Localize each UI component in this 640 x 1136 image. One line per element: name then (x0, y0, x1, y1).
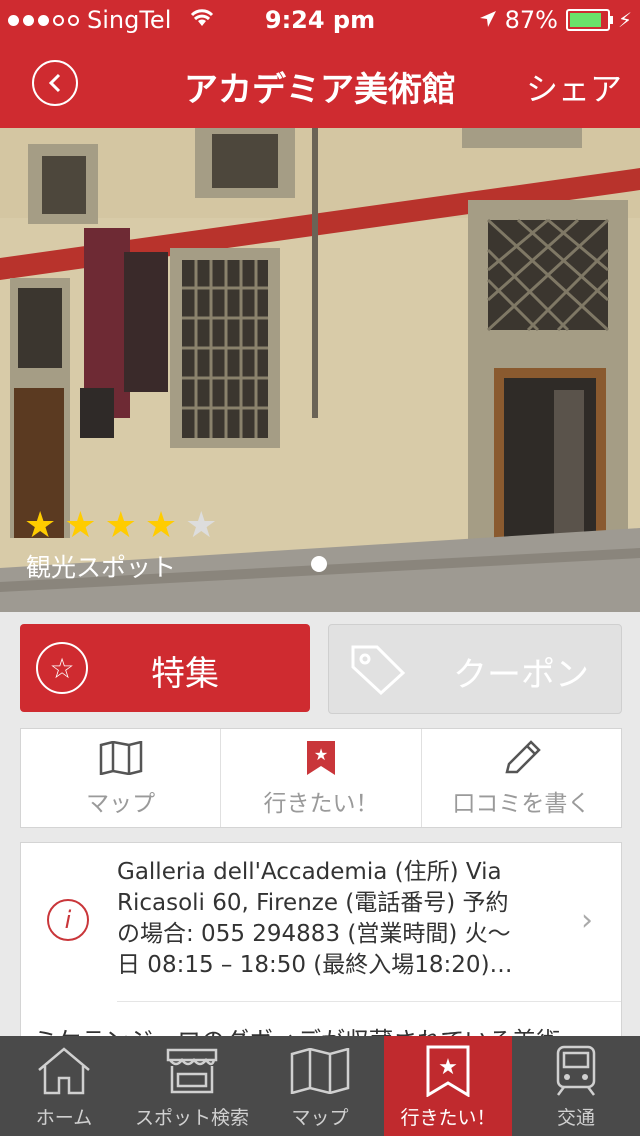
tab-label: マップ (291, 1107, 349, 1129)
tab-label: ホーム (35, 1107, 93, 1129)
shop-icon (164, 1039, 220, 1103)
info-line: Galleria dell'Accademia (住所) Via (117, 859, 502, 885)
bookmark-star-icon: ★ (306, 738, 336, 778)
info-line: Ricasoli 60, Firenze (電話番号) 予約 (117, 890, 509, 916)
info-line: の場合: 055 294883 (営業時間) 火〜 (117, 921, 511, 947)
star-filled-icon: ★ (144, 505, 178, 546)
coupon-button[interactable]: クーポン (328, 624, 622, 714)
info-icon: i (47, 899, 89, 941)
star-rating: ★ ★ ★ ★ ★ (24, 505, 217, 546)
category-label: 観光スポット (26, 553, 177, 582)
tab-label: 行きたい！ (400, 1107, 496, 1129)
map-icon (290, 1039, 350, 1103)
location-arrow-icon (479, 6, 497, 34)
tab-label: スポット検索 (134, 1107, 249, 1129)
battery-icon (565, 9, 613, 31)
battery-percent: 87% (504, 6, 558, 34)
train-icon (554, 1039, 598, 1103)
write-review-action-label: 口コミを書く (452, 791, 591, 817)
chevron-right-icon: › (581, 903, 593, 938)
home-icon (35, 1039, 93, 1103)
tab-bar: ホーム スポット検索 マップ ★ 行きたい！ 交通 (0, 1036, 640, 1136)
star-empty-icon: ★ (185, 505, 218, 546)
tab-map[interactable]: マップ (256, 1036, 384, 1136)
map-action-label: マップ (86, 791, 156, 817)
feature-button[interactable]: ☆ 特集 (20, 624, 310, 712)
svg-text:★: ★ (438, 1055, 458, 1080)
tab-spot-search[interactable]: スポット検索 (128, 1036, 256, 1136)
page-indicator-dot[interactable] (311, 556, 327, 572)
want-to-go-action-label: 行きたい！ (263, 791, 379, 817)
svg-text:★: ★ (314, 745, 328, 764)
info-card[interactable]: i Galleria dell'Accademia (住所) Via Ricas… (20, 842, 622, 1055)
coupon-button-label: クーポン (453, 655, 589, 695)
info-line: 日 08:15 – 18:50 (最終入場18:20)… (117, 952, 513, 978)
bookmark-star-icon: ★ (426, 1039, 470, 1103)
star-filled-icon: ★ (24, 505, 57, 546)
info-text: Galleria dell'Accademia (住所) Via Ricasol… (117, 857, 557, 981)
map-icon (99, 738, 143, 778)
pencil-icon (501, 738, 542, 778)
nav-bar: アカデミア美術館 シェア (0, 40, 640, 128)
star-filled-icon: ★ (64, 505, 97, 546)
share-button[interactable]: シェア (526, 64, 622, 110)
action-bar: マップ ★ 行きたい！ 口コミを書く (20, 728, 622, 828)
charging-icon: ⚡ (617, 8, 632, 32)
map-action[interactable]: マップ (21, 729, 222, 827)
want-to-go-action[interactable]: ★ 行きたい！ (221, 729, 422, 827)
tag-icon (349, 643, 407, 699)
feature-button-label: 特集 (151, 654, 219, 694)
tab-transport[interactable]: 交通 (512, 1036, 640, 1136)
divider (117, 1001, 621, 1002)
tab-home[interactable]: ホーム (0, 1036, 128, 1136)
tab-label: 交通 (556, 1107, 595, 1129)
status-bar: SingTel 9:24 pm 87% ⚡ (0, 0, 640, 40)
star-filled-icon: ★ (104, 505, 137, 546)
write-review-action[interactable]: 口コミを書く (422, 729, 621, 827)
hero-photo[interactable]: ★ ★ ★ ★ ★ 観光スポット (0, 128, 640, 612)
tab-want-to-go[interactable]: ★ 行きたい！ (384, 1036, 512, 1136)
